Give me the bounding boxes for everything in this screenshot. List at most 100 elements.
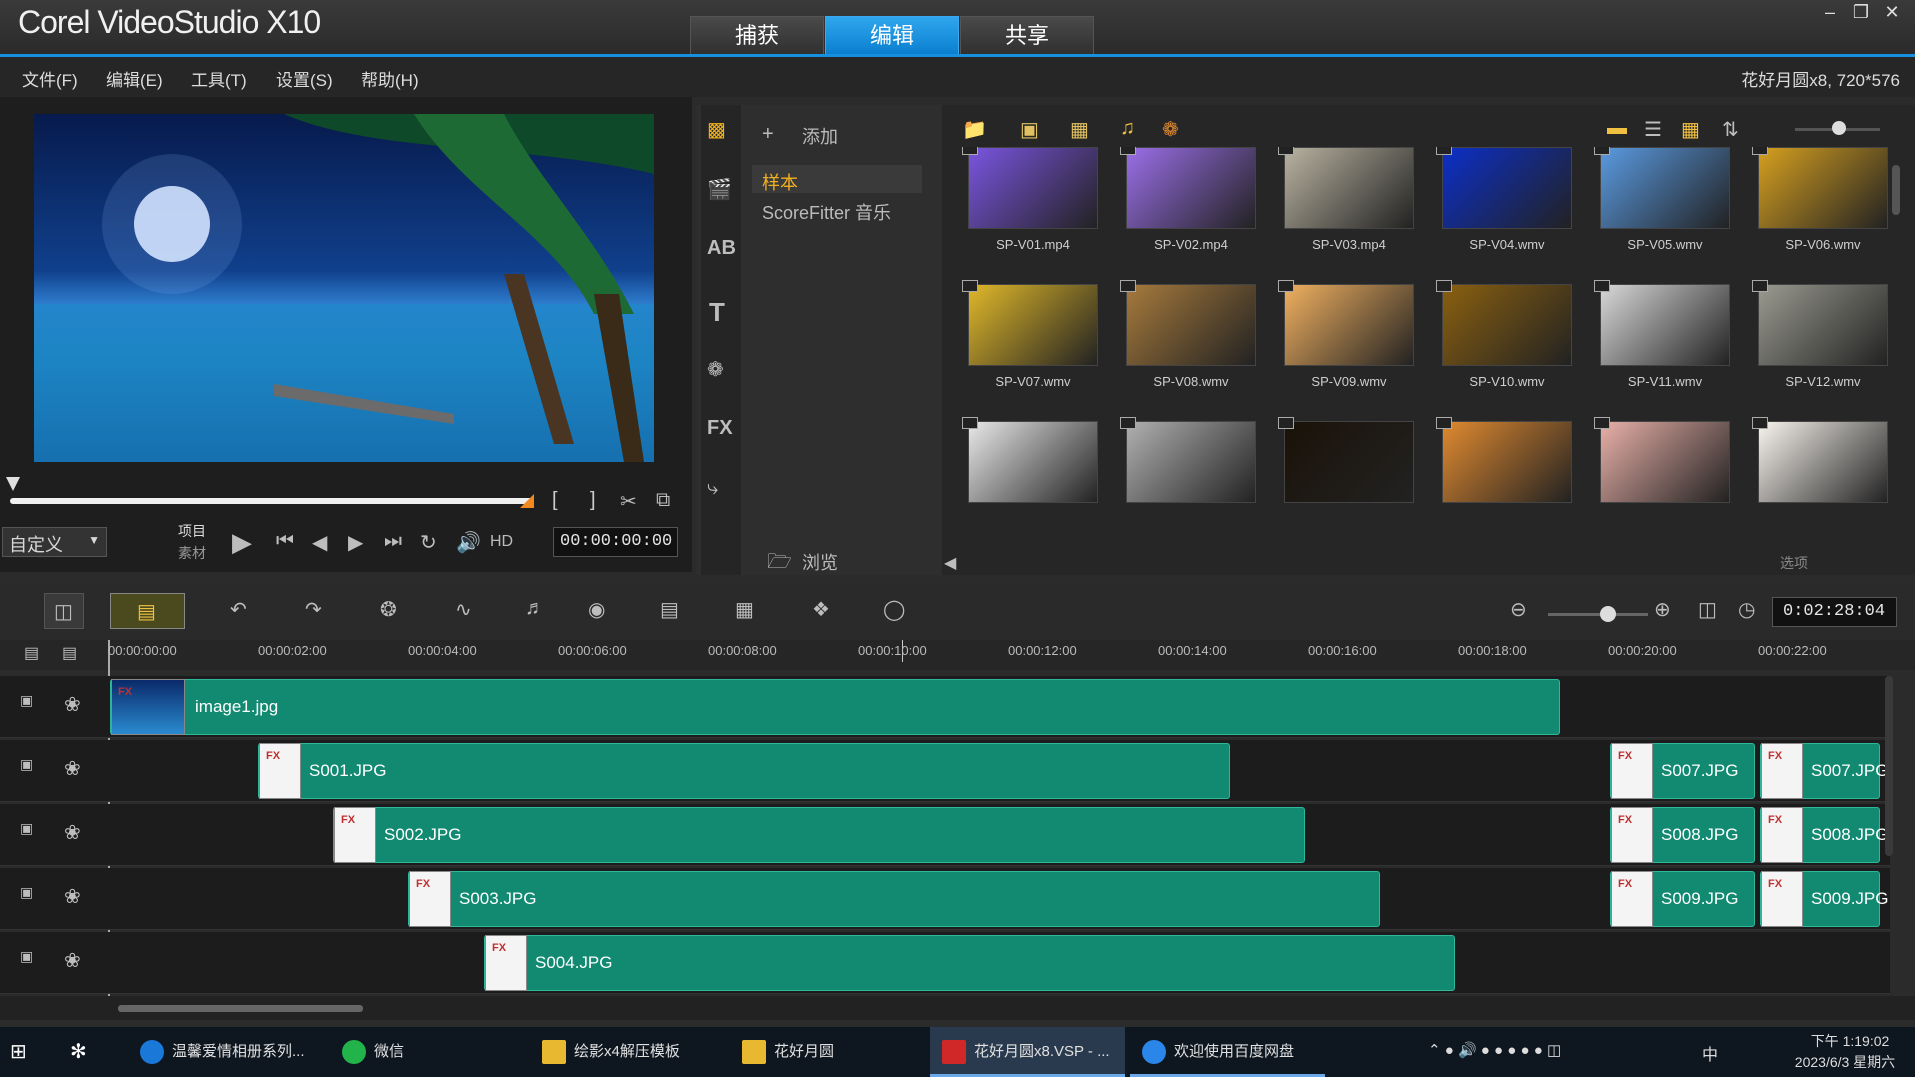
taskbar-item-videostudio[interactable]: 花好月圆x8.VSP - ...	[930, 1027, 1125, 1077]
timeline-view-button[interactable]: ▤	[110, 593, 185, 629]
scrub-marker-icon[interactable]	[6, 477, 20, 491]
split-icon[interactable]: ✂	[620, 489, 637, 514]
close-icon[interactable]: ✕	[1877, 2, 1907, 26]
timeline-clip[interactable]: S009.JPG	[1760, 871, 1889, 927]
instant-project-icon[interactable]: 🎬	[707, 177, 732, 202]
audio-mixer-icon[interactable]: ∿	[455, 597, 472, 622]
menu-tools[interactable]: 工具(T)	[191, 66, 247, 91]
taskbar-item-album[interactable]: 温馨爱情相册系列...	[128, 1027, 318, 1077]
zoom-handle[interactable]	[1600, 606, 1616, 622]
timeline-track[interactable]: ❀ ▣ S002.JPG S008.JPG S008.JPG	[0, 804, 1890, 866]
menu-edit[interactable]: 编辑(E)	[106, 66, 163, 91]
media-icon[interactable]: ▩	[707, 117, 726, 142]
timeline-clip[interactable]: S004.JPG	[484, 935, 1455, 991]
mask-icon[interactable]: ◯	[883, 597, 905, 622]
clock-date[interactable]: 2023/6/3 星期六	[1780, 1052, 1910, 1072]
timeline-track[interactable]: ❀ ▣ S003.JPG S009.JPG S009.JPG	[0, 868, 1890, 930]
storyboard-view-button[interactable]: ◫	[44, 593, 84, 629]
folder-icon[interactable]: 📁	[962, 117, 987, 142]
view-list-icon[interactable]: ☰	[1644, 117, 1662, 142]
video-filter-icon[interactable]: ▣	[1020, 117, 1039, 142]
media-thumbnail[interactable]	[1600, 147, 1730, 229]
path-icon[interactable]: ⤷	[707, 477, 718, 500]
tray-icons[interactable]: ⌃ ● 🔊 ● ● ● ● ● ◫	[1428, 1041, 1561, 1059]
chapter-icon[interactable]: ▤	[62, 643, 77, 663]
minimize-icon[interactable]: –	[1815, 2, 1845, 26]
track-lock-icon[interactable]: ▣	[20, 948, 33, 965]
tab-capture[interactable]: 捕获	[690, 16, 824, 54]
scrub-bar[interactable]	[10, 498, 533, 504]
options-label[interactable]: 选项	[1780, 553, 1808, 573]
music-filter-icon[interactable]: ♫	[1120, 117, 1135, 140]
reel-icon[interactable]: ❁	[1162, 117, 1179, 142]
sort-icon[interactable]: ⇅	[1722, 117, 1739, 142]
volume-icon[interactable]: 🔊	[456, 530, 481, 555]
zoom-slider[interactable]	[1548, 613, 1648, 616]
transition-icon[interactable]: AB	[707, 237, 736, 260]
folder-samples[interactable]: 样本	[752, 165, 922, 193]
media-thumbnail[interactable]	[1600, 421, 1730, 503]
track-toggle-icon[interactable]: ❀	[64, 820, 81, 845]
media-thumbnail[interactable]	[1284, 421, 1414, 503]
timeline-clip[interactable]: S007.JPG	[1610, 743, 1755, 799]
media-thumbnail[interactable]	[1126, 421, 1256, 503]
auto-music-icon[interactable]: ♬	[525, 597, 545, 620]
zoom-in-icon[interactable]: ⊕	[1654, 597, 1671, 622]
media-thumbnail[interactable]	[1284, 147, 1414, 229]
restore-icon[interactable]: ❐	[1846, 2, 1876, 26]
end-icon[interactable]: ⏭	[384, 530, 402, 553]
project-duration[interactable]: 0:02:28:04	[1772, 597, 1897, 627]
redo-icon[interactable]: ↷	[305, 597, 322, 622]
timeline-clip[interactable]: S008.JPG	[1760, 807, 1889, 863]
track-lock-icon[interactable]: ▣	[20, 884, 33, 901]
windows-start-icon[interactable]: ⊞	[10, 1039, 27, 1064]
mark-out-button[interactable]: ]	[590, 489, 596, 512]
record-capture-icon[interactable]: ❂	[380, 597, 397, 622]
prev-frame-icon[interactable]: ◀	[312, 530, 327, 555]
menu-file[interactable]: 文件(F)	[22, 66, 78, 91]
graphic-icon[interactable]: ❁	[707, 357, 724, 382]
taskbar-item-folder-template[interactable]: 绘影x4解压模板	[530, 1027, 720, 1077]
timeline-clip[interactable]: S001.JPG	[258, 743, 1230, 799]
timeline-clip[interactable]: S002.JPG	[333, 807, 1305, 863]
menu-settings[interactable]: 设置(S)	[276, 66, 333, 91]
mark-in-button[interactable]: [	[552, 489, 558, 512]
media-thumbnail[interactable]	[968, 284, 1098, 366]
repeat-icon[interactable]: ↻	[420, 530, 437, 555]
timeline-clip[interactable]: S009.JPG	[1610, 871, 1755, 927]
timecode-field[interactable]: 00:00:00:00	[553, 527, 678, 557]
mode-select[interactable]: 自定义 ▼	[2, 527, 107, 557]
track-manager-icon[interactable]: ▤	[24, 643, 39, 663]
undo-icon[interactable]: ↶	[230, 597, 247, 622]
fit-project-icon[interactable]: ◫	[1698, 597, 1717, 622]
media-thumbnail[interactable]	[1758, 147, 1888, 229]
media-thumbnail[interactable]	[1600, 284, 1730, 366]
play-icon[interactable]: ▶	[232, 527, 252, 558]
track-toggle-icon[interactable]: ❀	[64, 948, 81, 973]
home-icon[interactable]: ⏮	[276, 530, 294, 553]
taskbar-item-folder-project[interactable]: 花好月圆	[730, 1027, 920, 1077]
timeline-track[interactable]: ❀ ▣ S004.JPG	[0, 932, 1890, 994]
media-thumbnail[interactable]	[1442, 147, 1572, 229]
media-thumbnail[interactable]	[968, 147, 1098, 229]
taskbar-item-wechat[interactable]: 微信	[330, 1027, 520, 1077]
add-icon[interactable]: +	[762, 123, 774, 146]
track-lock-icon[interactable]: ▣	[20, 756, 33, 773]
view-grid-icon[interactable]: ▦	[1681, 117, 1700, 142]
timeline-clip[interactable]: image1.jpg	[110, 679, 1560, 735]
next-frame-icon[interactable]: ▶	[348, 530, 363, 555]
timeline-track[interactable]: ❀ ▣ image1.jpg	[0, 676, 1890, 738]
title-icon[interactable]: T	[709, 297, 725, 328]
media-thumbnail[interactable]	[1442, 284, 1572, 366]
track-lock-icon[interactable]: ▣	[20, 692, 33, 709]
clock-time[interactable]: 下午 1:19:02	[1795, 1031, 1905, 1051]
motion-tracking-icon[interactable]: ◉	[588, 597, 605, 622]
copy-icon[interactable]: ⧉	[656, 489, 670, 512]
subtitle-icon[interactable]: ▤	[660, 597, 679, 622]
media-thumbnail[interactable]	[1758, 284, 1888, 366]
media-thumbnail[interactable]	[1126, 147, 1256, 229]
timeline-clip[interactable]: S007.JPG	[1760, 743, 1889, 799]
folder-scorefitter[interactable]: ScoreFitter 音乐	[762, 199, 891, 225]
app-360-icon[interactable]: ✻	[70, 1039, 87, 1064]
media-thumbnail[interactable]	[1758, 421, 1888, 503]
